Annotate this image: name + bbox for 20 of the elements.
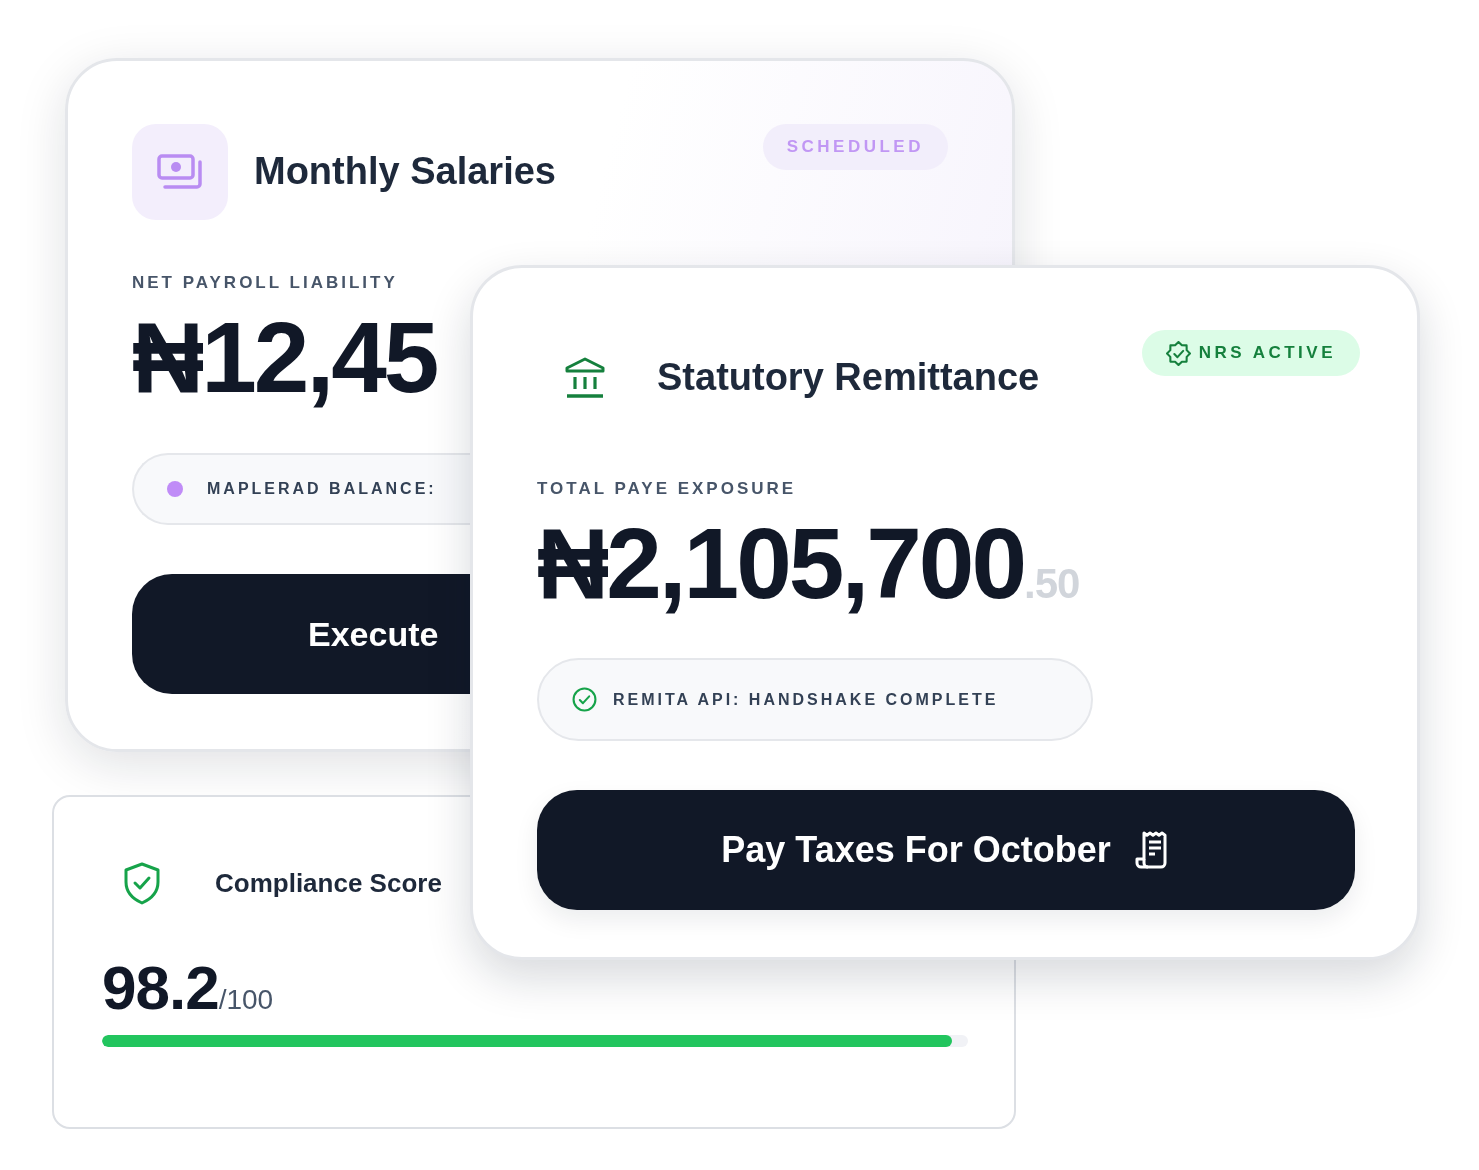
balance-label: MAPLERAD BALANCE: xyxy=(207,479,437,499)
amount-label: NET PAYROLL LIABILITY xyxy=(132,273,398,293)
status-text: NRS ACTIVE xyxy=(1198,342,1336,365)
score-value: 98.2 xyxy=(102,957,219,1019)
status-badge: SCHEDULED xyxy=(762,124,948,170)
dot-icon xyxy=(167,481,183,497)
badge-check-icon xyxy=(1165,340,1191,366)
score-maximum: /100 xyxy=(218,984,274,1017)
card-title: Statutory Remittance xyxy=(657,356,1040,400)
connection-status: REMITA API: HANDSHAKE COMPLETE xyxy=(613,689,999,710)
card-title: Monthly Salaries xyxy=(254,150,556,194)
bank-icon xyxy=(564,357,606,399)
amount-value: ₦12,45 xyxy=(132,307,437,407)
check-circle-icon xyxy=(572,687,597,712)
card-title: Compliance Score xyxy=(215,868,442,900)
pay-taxes-button[interactable]: Pay Taxes For October xyxy=(537,790,1355,910)
amount-label: TOTAL PAYE EXPOSURE xyxy=(537,479,797,499)
banknotes-icon xyxy=(132,124,228,220)
amount-value: ₦2,105,700 xyxy=(537,513,1025,613)
shield-check-icon xyxy=(123,862,161,906)
